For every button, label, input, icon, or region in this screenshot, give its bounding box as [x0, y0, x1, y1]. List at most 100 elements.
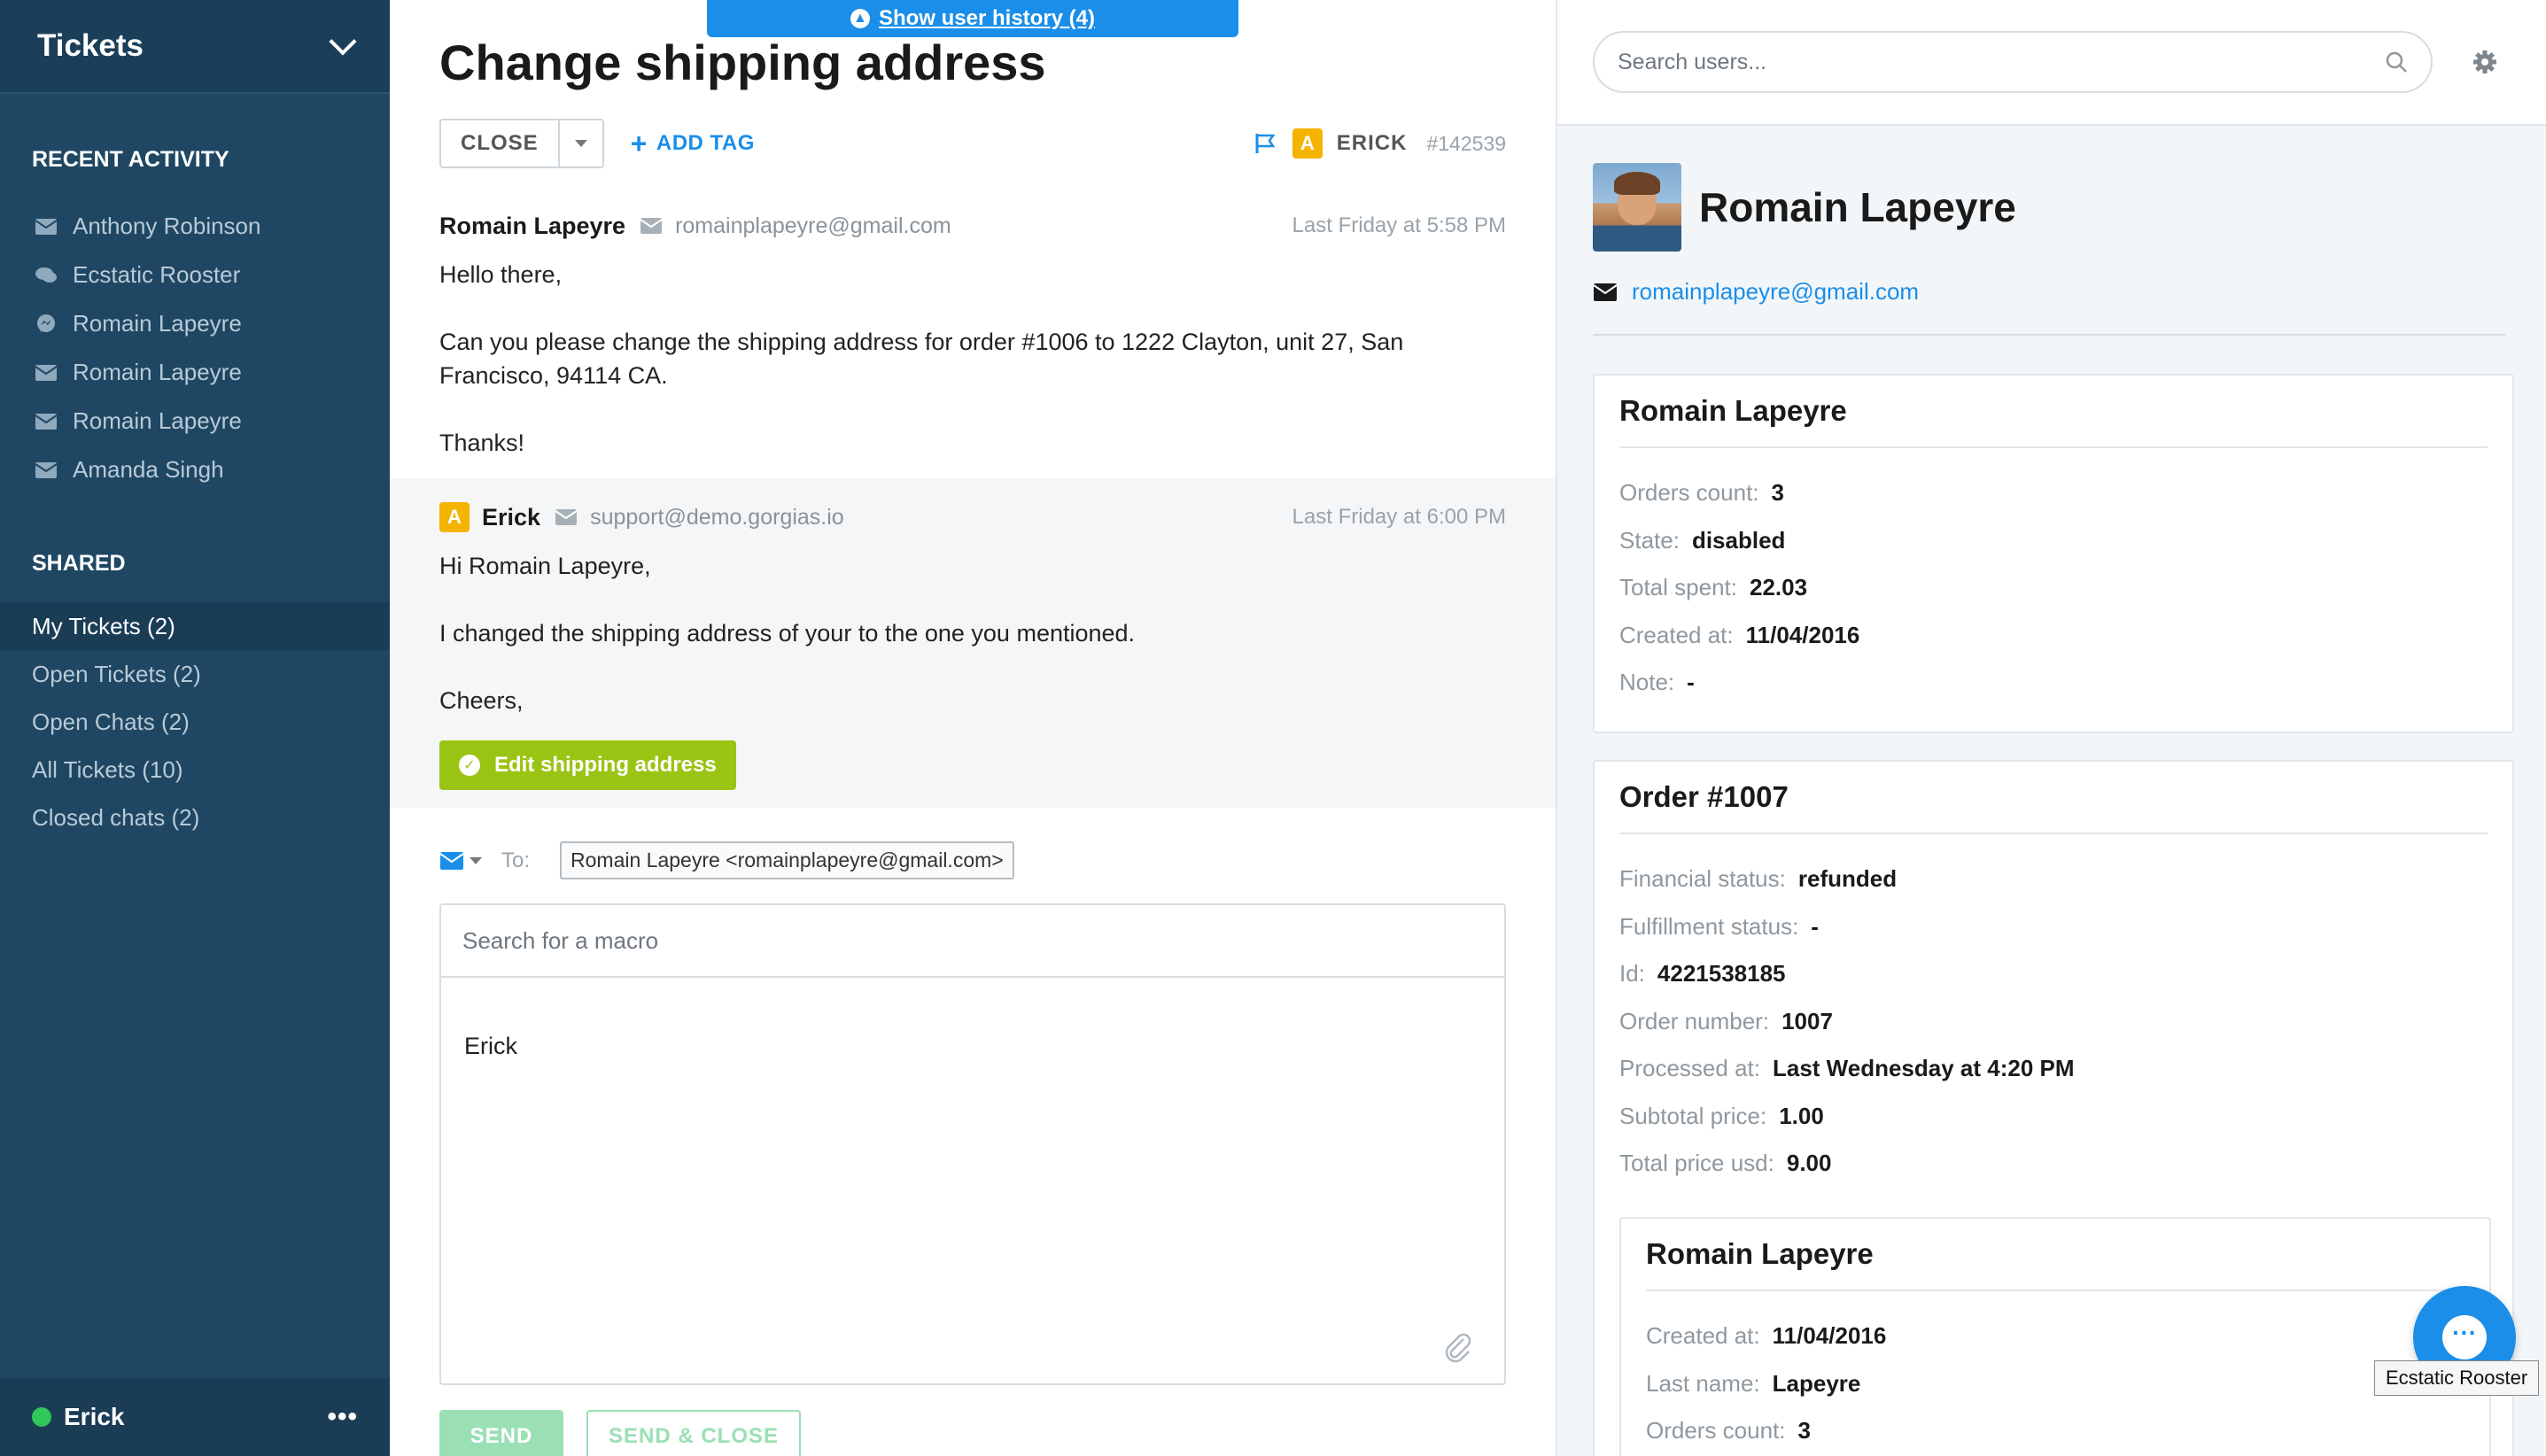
- field-key: Financial status:: [1619, 865, 1786, 893]
- plus-icon: +: [630, 128, 648, 159]
- recent-item[interactable]: Ecstatic Rooster: [0, 251, 390, 299]
- paperclip-icon[interactable]: [1442, 1332, 1474, 1364]
- view-open-tickets[interactable]: Open Tickets (2): [0, 650, 390, 698]
- reply-recipient-row: To: Romain Lapeyre <romainplapeyre@gmail…: [439, 841, 1014, 879]
- recent-item[interactable]: Romain Lapeyre: [0, 397, 390, 445]
- field-value: 9.00: [1786, 1150, 1832, 1177]
- ticket-toolbar: CLOSE + ADD TAG A ERICK #142539: [439, 119, 1506, 168]
- channel-selector[interactable]: [439, 851, 482, 871]
- arrow-up-circle-icon: ▲: [850, 9, 870, 28]
- field-row: Note: -: [1619, 659, 2488, 707]
- message-sender: Romain Lapeyre: [439, 212, 626, 239]
- recent-item[interactable]: Romain Lapeyre: [0, 348, 390, 397]
- shared-heading: SHARED: [32, 551, 126, 576]
- field-value: refunded: [1797, 865, 1898, 893]
- reply-body[interactable]: Erick: [441, 978, 1504, 1115]
- message-time: Last Friday at 5:58 PM: [1292, 213, 1506, 237]
- recent-activity-heading: RECENT ACTIVITY: [32, 147, 229, 172]
- field-key: State:: [1619, 526, 1680, 554]
- ticket-id: #142539: [1426, 131, 1506, 155]
- close-button-group: CLOSE: [439, 119, 604, 168]
- action-label: Edit shipping address: [494, 753, 717, 777]
- add-tag-button[interactable]: + ADD TAG: [631, 129, 755, 158]
- recent-item-label: Romain Lapeyre: [73, 359, 242, 385]
- message-agent: A Erick support@demo.gorgias.io Last Fri…: [390, 478, 1556, 808]
- message-line: Hi Romain Lapeyre,: [439, 553, 651, 579]
- field-value: 1.00: [1779, 1102, 1824, 1129]
- recent-item[interactable]: Anthony Robinson: [0, 202, 390, 251]
- field-key: Last name:: [1646, 1369, 1760, 1397]
- search-placeholder: Search users...: [1618, 49, 1767, 74]
- recent-item-label: Amanda Singh: [73, 456, 224, 483]
- field-value: -: [1811, 912, 1819, 940]
- chevron-down-icon[interactable]: [329, 27, 357, 56]
- field-key: Orders count:: [1646, 1417, 1786, 1444]
- sidebar-footer: Erick •••: [0, 1378, 390, 1456]
- message-sender-email: romainplapeyre@gmail.com: [675, 213, 951, 238]
- recipient-chip[interactable]: Romain Lapeyre <romainplapeyre@gmail.com…: [560, 841, 1014, 879]
- caret-down-icon: [470, 856, 482, 864]
- envelope-icon: [640, 218, 663, 234]
- messenger-icon: [34, 314, 58, 334]
- envelope-icon: [34, 363, 58, 383]
- flag-icon[interactable]: [1254, 132, 1278, 155]
- agent-avatar: A: [1292, 128, 1323, 159]
- search-users-input[interactable]: Search users...: [1593, 31, 2433, 93]
- sidebar-title: Tickets: [37, 28, 144, 63]
- ticket-view: ▲ Show user history (4) Change shipping …: [390, 0, 1556, 1456]
- field-key: Processed at:: [1619, 1055, 1760, 1082]
- avatar: [1593, 163, 1681, 252]
- ellipsis-icon: ···: [2442, 1315, 2487, 1359]
- field-key: Subtotal price:: [1619, 1102, 1767, 1129]
- history-banner-label: Show user history (4): [878, 6, 1096, 30]
- gear-icon[interactable]: [2472, 49, 2498, 75]
- send-and-close-button[interactable]: SEND & CLOSE: [586, 1410, 801, 1456]
- sidebar: Tickets RECENT ACTIVITY Anthony Robinson…: [0, 0, 390, 1456]
- assignee-name[interactable]: ERICK: [1337, 131, 1408, 156]
- field-row: Subtotal price: 1.00: [1619, 1093, 2488, 1141]
- reply-editor: Search for a macro Erick: [439, 903, 1506, 1385]
- field-value: Lapeyre: [1772, 1369, 1861, 1397]
- recent-item-label: Romain Lapeyre: [73, 407, 242, 434]
- field-value: 11/04/2016: [1772, 1322, 1887, 1350]
- field-value: 22.03: [1749, 574, 1808, 601]
- field-row: Total spent: 22.03: [1619, 564, 2488, 612]
- recent-item-label: Ecstatic Rooster: [73, 261, 241, 288]
- recent-item-label: Romain Lapeyre: [73, 310, 242, 337]
- view-open-chats[interactable]: Open Chats (2): [0, 698, 390, 746]
- search-icon[interactable]: [2385, 50, 2408, 74]
- customer-email-link[interactable]: romainplapeyre@gmail.com: [1632, 278, 1919, 306]
- show-user-history-button[interactable]: ▲ Show user history (4): [707, 0, 1238, 37]
- field-value: 3: [1797, 1417, 1811, 1444]
- edit-shipping-address-button[interactable]: ✓ Edit shipping address: [439, 740, 736, 790]
- field-row: Order number: 1007: [1619, 998, 2488, 1046]
- ticket-title[interactable]: Change shipping address: [439, 34, 1046, 91]
- field-key: Fulfillment status:: [1619, 912, 1799, 940]
- sidebar-header[interactable]: Tickets: [0, 0, 390, 94]
- more-options-icon[interactable]: •••: [327, 1402, 358, 1432]
- view-all-tickets[interactable]: All Tickets (10): [0, 746, 390, 794]
- field-row: State: disabled: [1619, 517, 2488, 565]
- order-card: Order #1007 Financial status: refunded Fu…: [1593, 760, 2514, 1456]
- close-dropdown-toggle[interactable]: [557, 120, 602, 167]
- message-customer: Romain Lapeyre romainplapeyre@gmail.com …: [390, 206, 1556, 477]
- ticket-meta: A ERICK #142539: [1254, 128, 1506, 159]
- recent-item[interactable]: Romain Lapeyre: [0, 299, 390, 348]
- current-user-name: Erick: [64, 1403, 125, 1430]
- view-my-tickets[interactable]: My Tickets (2): [0, 602, 390, 650]
- envelope-icon: [34, 461, 58, 480]
- field-value: disabled: [1691, 526, 1786, 554]
- recent-item[interactable]: Amanda Singh: [0, 445, 390, 494]
- online-status-icon: [32, 1407, 51, 1427]
- view-closed-chats[interactable]: Closed chats (2): [0, 794, 390, 841]
- macro-search-input[interactable]: Search for a macro: [441, 905, 1504, 978]
- send-button[interactable]: SEND: [439, 1410, 563, 1456]
- field-key: Created at:: [1646, 1322, 1760, 1350]
- send-actions: SEND SEND & CLOSE: [439, 1410, 801, 1456]
- add-tag-label: ADD TAG: [656, 131, 755, 155]
- chat-tooltip: Ecstatic Rooster: [2374, 1360, 2540, 1396]
- recent-item-label: Anthony Robinson: [73, 213, 261, 239]
- current-user[interactable]: Erick: [32, 1403, 125, 1431]
- field-row: Orders count: 3: [1619, 469, 2488, 517]
- close-button[interactable]: CLOSE: [441, 120, 558, 167]
